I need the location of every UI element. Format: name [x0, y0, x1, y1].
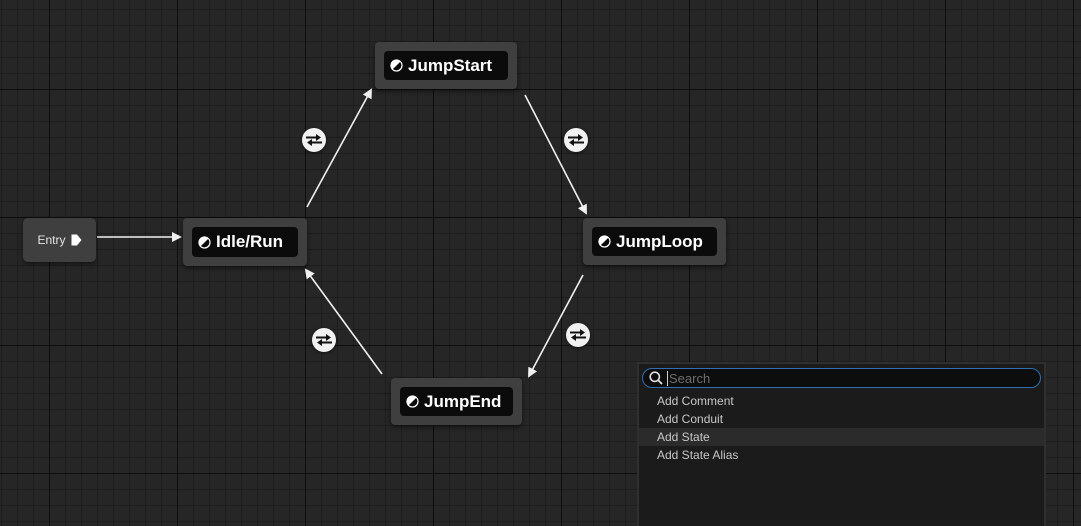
- search-icon: [649, 371, 663, 385]
- state-half-circle-icon: [598, 235, 611, 248]
- transition-rule-jumpend-to-idle-run[interactable]: [312, 328, 336, 352]
- transition-arrows-icon: [306, 134, 322, 146]
- menu-item-add-state[interactable]: Add State: [639, 428, 1044, 446]
- state-node-jumpstart[interactable]: JumpStart: [375, 42, 517, 89]
- state-half-circle-icon: [406, 395, 419, 408]
- wire-jumpend-to-idle-run[interactable]: [304, 268, 383, 375]
- state-name: Idle/Run: [216, 232, 284, 251]
- menu-item-add-state-alias[interactable]: Add State Alias: [639, 446, 1044, 464]
- search-input[interactable]: [667, 370, 999, 386]
- transition-rule-jumpstart-to-jumploop[interactable]: [564, 128, 588, 152]
- graph-context-menu: Add Comment Add Conduit Add State Add St…: [637, 362, 1046, 526]
- transition-rule-idle-run-to-jumpstart[interactable]: [302, 128, 326, 152]
- transition-arrows-icon: [316, 334, 332, 346]
- state-half-circle-icon: [198, 235, 211, 249]
- state-half-circle-icon: [390, 59, 403, 72]
- entry-node[interactable]: Entry: [23, 218, 96, 262]
- entry-arrow-icon[interactable]: [71, 234, 82, 246]
- state-name: JumpLoop: [616, 231, 703, 251]
- search-box[interactable]: [642, 368, 1041, 388]
- state-node-jumpend[interactable]: JumpEnd: [391, 378, 522, 425]
- menu-item-add-conduit[interactable]: Add Conduit: [639, 410, 1044, 428]
- transition-rule-jumploop-to-jumpend[interactable]: [566, 323, 590, 347]
- state-title-bar: JumpStart: [384, 51, 508, 80]
- entry-label: Entry: [37, 233, 66, 247]
- transition-arrows-icon: [568, 134, 584, 146]
- state-name: JumpEnd: [424, 391, 502, 411]
- state-name: JumpStart: [408, 55, 493, 75]
- state-title-bar: JumpEnd: [400, 387, 513, 416]
- menu-item-add-comment[interactable]: Add Comment: [639, 392, 1044, 410]
- state-node-idle-run[interactable]: Idle/Run: [183, 218, 307, 266]
- state-title-bar: JumpLoop: [592, 227, 717, 256]
- state-title-bar: Idle/Run: [192, 227, 298, 257]
- action-list: Add Comment Add Conduit Add State Add St…: [639, 392, 1044, 464]
- transition-arrows-icon: [570, 329, 586, 341]
- wire-jumpstart-to-jumploop[interactable]: [524, 94, 587, 215]
- state-node-jumploop[interactable]: JumpLoop: [583, 218, 726, 265]
